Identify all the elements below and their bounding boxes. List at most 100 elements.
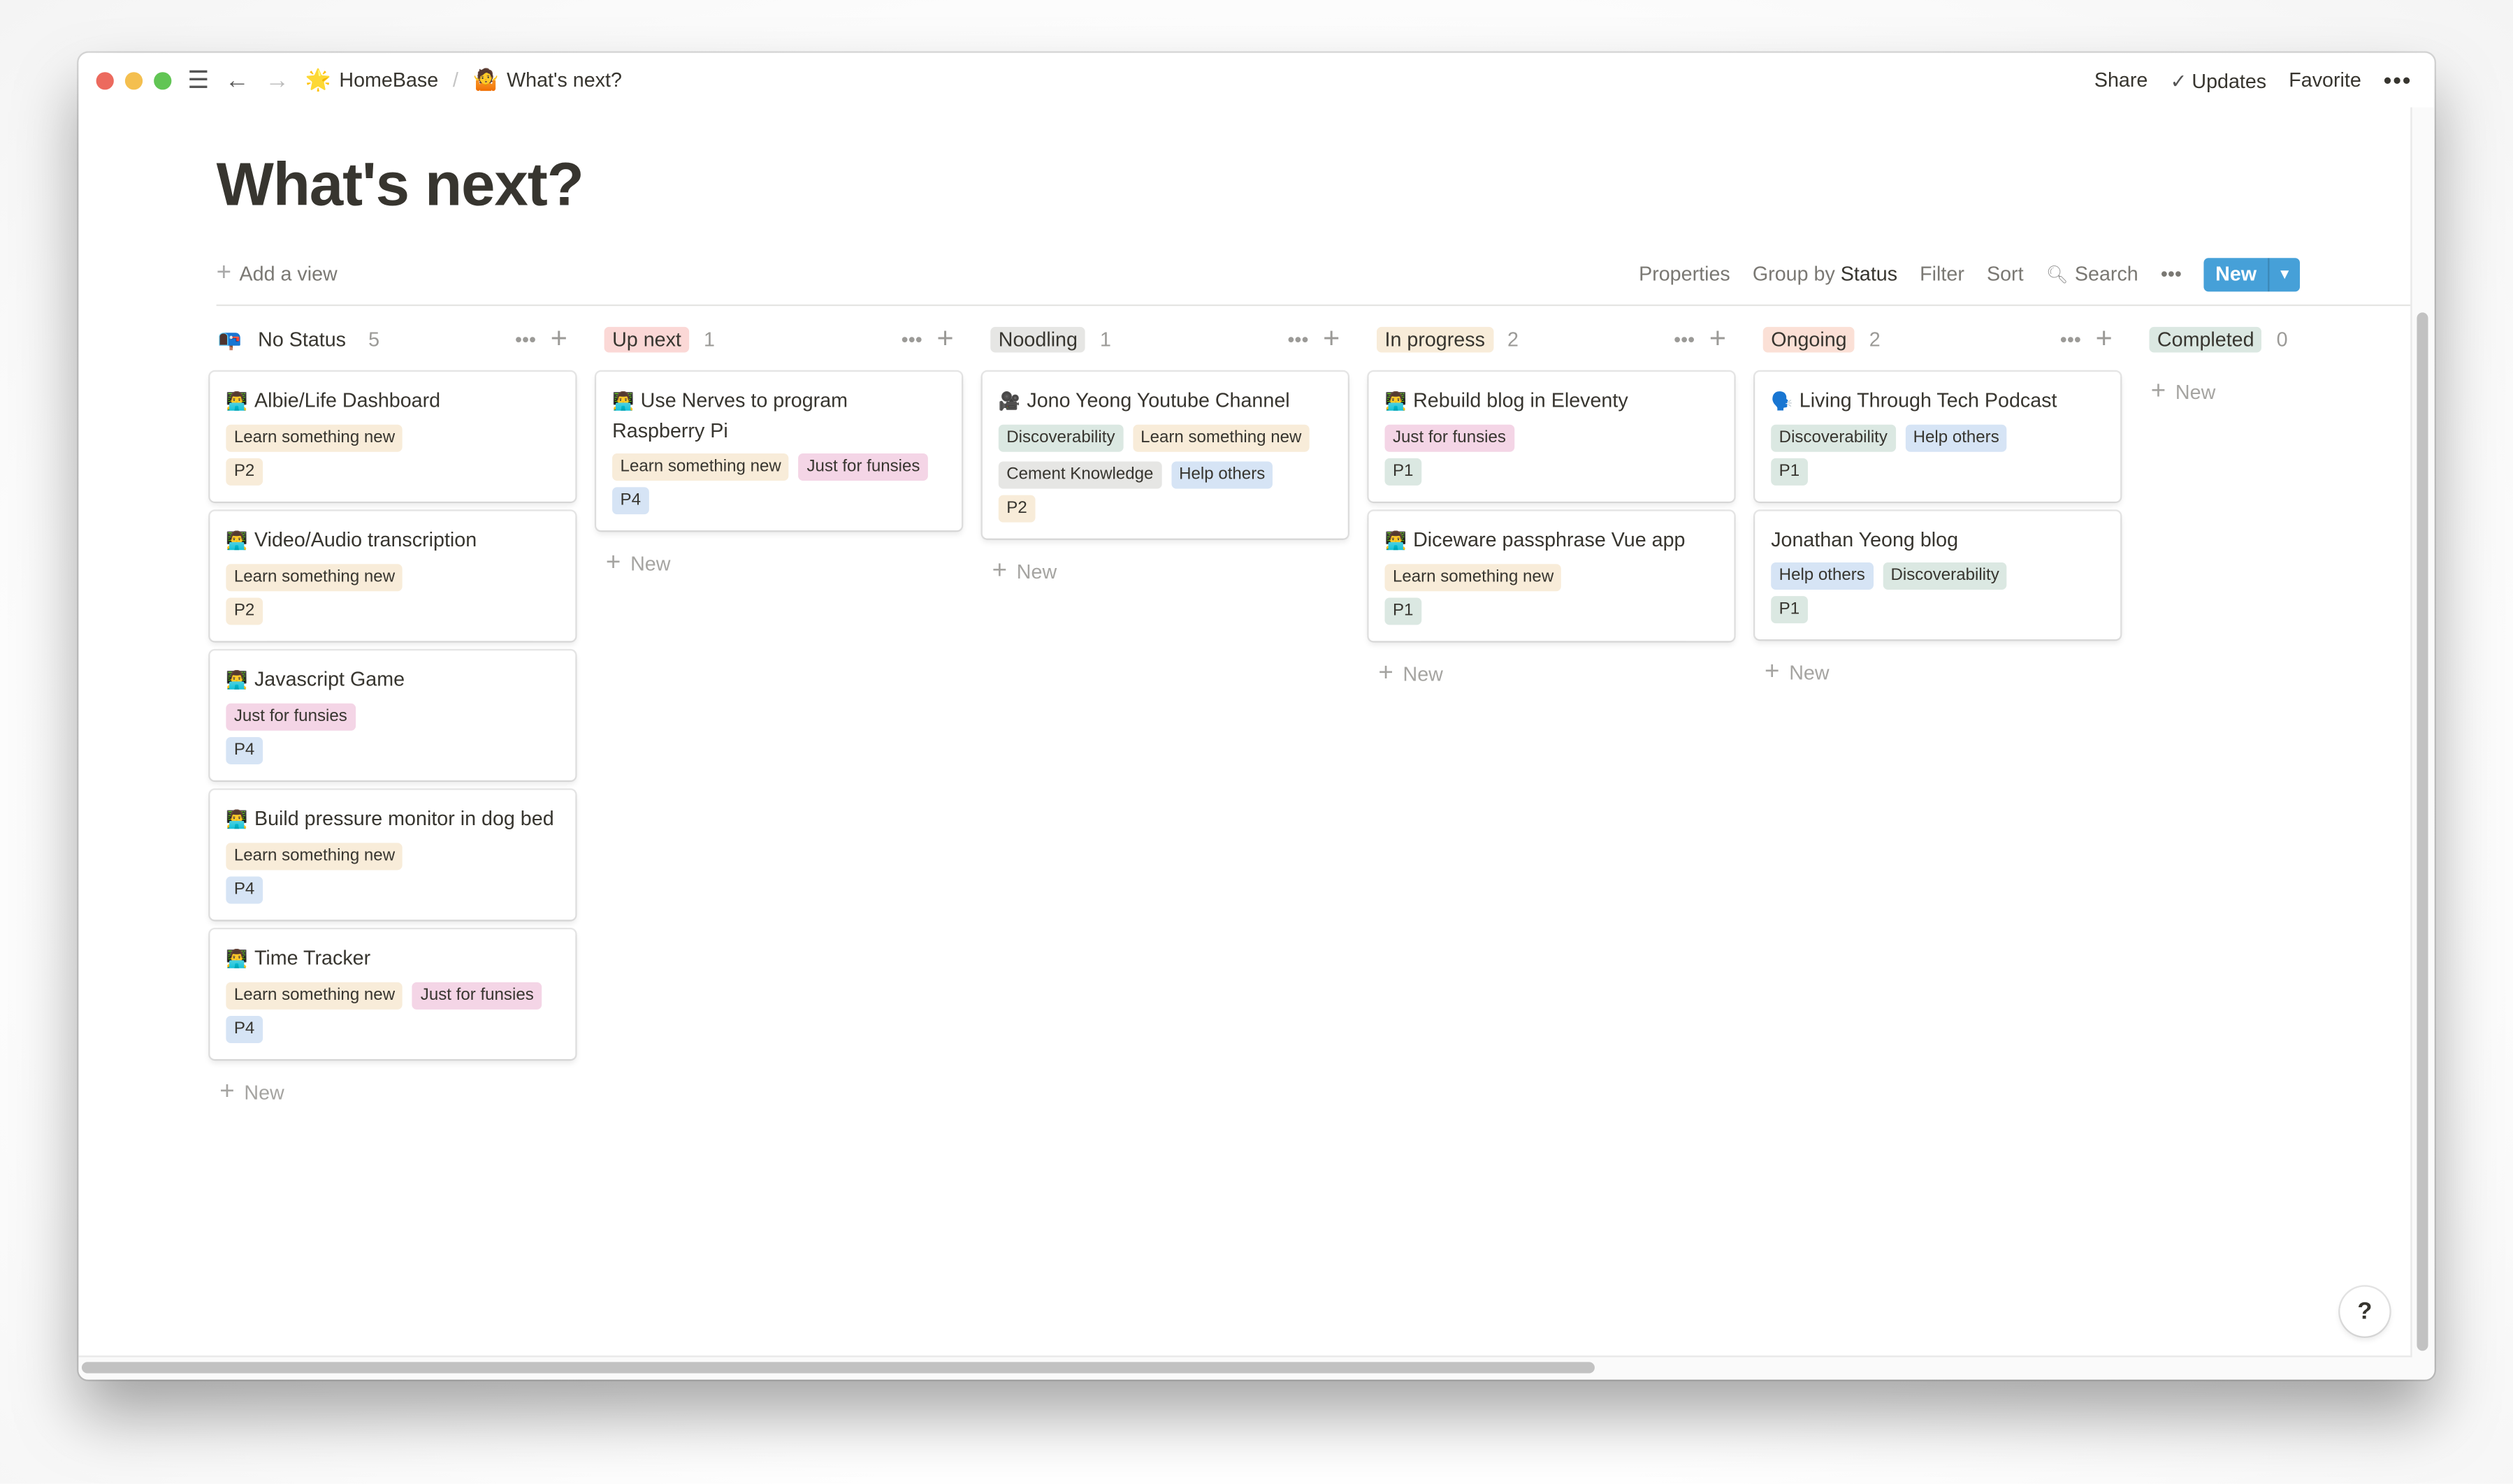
priority-badge: P2 — [226, 458, 263, 486]
minimize-window-button[interactable] — [124, 71, 143, 89]
search-button[interactable]: 🔍︎ Search — [2046, 263, 2138, 285]
plus-icon: + — [1378, 660, 1393, 688]
tag-badge: Learn something new — [226, 843, 403, 871]
card-priority-row: P2 — [226, 458, 559, 486]
column-status-label[interactable]: Noodling — [990, 326, 1086, 352]
tag-badge: Discoverability — [1771, 424, 1896, 452]
breadcrumb-current-page[interactable]: What's next? — [507, 69, 622, 92]
add-card-button[interactable]: + New — [1369, 650, 1735, 699]
arrow-right-icon[interactable]: → — [265, 68, 289, 92]
page-title[interactable]: What's next? — [217, 152, 584, 221]
add-card-label: New — [1016, 560, 1057, 583]
column-status-label[interactable]: In progress — [1377, 326, 1493, 352]
board-card[interactable]: 👨‍💻 Rebuild blog in Eleventy Just for funs… — [1368, 372, 1735, 502]
card-emoji-icon: 👨‍💻 — [1384, 532, 1407, 551]
board-card[interactable]: 👨‍💻 Use Nerves to program Raspberry Pi Lea… — [596, 372, 962, 531]
close-window-button[interactable] — [96, 71, 114, 89]
column-status-label[interactable]: Up next — [604, 326, 690, 352]
horizontal-scrollbar-thumb[interactable] — [81, 1362, 1595, 1374]
column-header: Ongoing 2 ••• + — [1755, 319, 2120, 358]
column-more-icon[interactable]: ••• — [1674, 328, 1695, 350]
card-title: 👨‍💻 Use Nerves to program Raspberry Pi — [612, 386, 946, 446]
help-button[interactable]: ? — [2340, 1286, 2390, 1337]
priority-badge: P1 — [1384, 597, 1421, 625]
board-card[interactable]: 👨‍💻 Albie/Life Dashboard Learn something n… — [210, 372, 576, 502]
filter-button[interactable]: Filter — [1920, 263, 1964, 285]
vertical-scrollbar-thumb[interactable] — [2417, 312, 2428, 1351]
card-emoji-icon: 👨‍💻 — [226, 532, 248, 551]
column-status-label[interactable]: Completed — [2149, 326, 2263, 352]
add-card-button[interactable]: + New — [210, 1069, 575, 1117]
card-priority-row: P1 — [1384, 597, 1718, 625]
column-add-icon[interactable]: + — [2096, 322, 2113, 356]
add-card-button[interactable]: + New — [2141, 368, 2435, 416]
title-bar-actions: Share ✓ Updates Favorite ••• — [2094, 67, 2412, 93]
add-card-button[interactable]: + New — [983, 548, 1348, 596]
sort-button[interactable]: Sort — [1987, 263, 2024, 285]
column-more-icon[interactable]: ••• — [2060, 328, 2081, 350]
column-more-icon[interactable]: ••• — [901, 328, 922, 350]
tag-badge: Just for funsies — [412, 982, 542, 1010]
more-options-icon[interactable]: ••• — [2384, 67, 2412, 93]
breadcrumb-separator: / — [452, 68, 458, 92]
inbox-icon: 📭 — [217, 328, 242, 351]
horizontal-scrollbar[interactable] — [78, 1355, 2412, 1380]
board-column: Up next 1 ••• + 👨‍💻 Use Nerves to program Ras… — [596, 319, 962, 1116]
column-add-icon[interactable]: + — [551, 322, 567, 356]
column-more-icon[interactable]: ••• — [1287, 328, 1308, 350]
plus-icon: + — [1765, 658, 1780, 686]
card-title-text: Albie/Life Dashboard — [254, 389, 441, 412]
title-bar: ☰ ← → 🌟 HomeBase / 🤷 What's next? Share … — [78, 53, 2434, 108]
board-column: Completed 0 + New — [2141, 319, 2435, 1116]
board-card[interactable]: 🎥 Jono Yeong Youtube Channel Discoverabili… — [982, 372, 1348, 539]
updates-label: Updates — [2192, 69, 2267, 92]
card-title-text: Jonathan Yeong blog — [1771, 528, 1959, 551]
vertical-scrollbar[interactable] — [2410, 107, 2435, 1380]
tag-badge: Help others — [1771, 562, 1874, 590]
card-tags: Just for funsies — [1384, 424, 1718, 452]
card-tags: Discoverability Help others — [1771, 424, 2104, 452]
maximize-window-button[interactable] — [154, 71, 172, 89]
column-actions: ••• + — [1674, 322, 1726, 356]
add-card-button[interactable]: + New — [596, 540, 962, 588]
arrow-left-icon[interactable]: ← — [225, 68, 249, 92]
card-tags: Learn something new Just for funsies — [226, 982, 559, 1010]
board-card[interactable]: 👨‍💻 Diceware passphrase Vue app Learn some… — [1368, 511, 1735, 641]
column-count: 5 — [368, 328, 380, 351]
column-status-label[interactable]: Ongoing — [1762, 326, 1855, 352]
card-title-text: Rebuild blog in Eleventy — [1413, 389, 1628, 412]
properties-button[interactable]: Properties — [1639, 263, 1730, 285]
updates-button[interactable]: ✓ Updates — [2170, 68, 2266, 92]
add-card-button[interactable]: + New — [1755, 649, 2120, 697]
window-controls — [96, 71, 172, 89]
group-by-button[interactable]: Group by Status — [1753, 263, 1897, 285]
board-column: Noodling 1 ••• + 🎥 Jono Yeong Youtube Channel… — [982, 319, 1348, 1116]
favorite-button[interactable]: Favorite — [2289, 69, 2361, 92]
chevron-down-icon[interactable]: ▼ — [2268, 257, 2300, 291]
board-card[interactable]: 👨‍💻 Javascript Game Just for funsies P4 — [210, 650, 576, 780]
breadcrumb-homebase[interactable]: HomeBase — [339, 69, 438, 92]
plus-icon: + — [605, 549, 621, 577]
hamburger-icon[interactable]: ☰ — [187, 68, 209, 92]
board-card[interactable]: 👨‍💻 Video/Audio transcription Learn someth… — [210, 511, 576, 641]
board-card[interactable]: 👨‍💻 Build pressure monitor in dog bed Lear… — [210, 790, 576, 920]
add-view-button[interactable]: Add a view — [240, 263, 338, 285]
new-button[interactable]: New — [2204, 257, 2268, 291]
card-tags: Learn something new — [226, 843, 559, 871]
board-column: In progress 2 ••• + 👨‍💻 Rebuild blog in Eleve… — [1368, 319, 1735, 1116]
view-more-icon[interactable]: ••• — [2161, 263, 2182, 285]
board-card[interactable]: 👨‍💻 Time Tracker Learn something new Just f… — [210, 929, 576, 1059]
column-status-label[interactable]: No Status — [250, 326, 354, 352]
toolbar-divider — [216, 304, 2412, 307]
card-tags: Learn something new — [226, 424, 559, 452]
card-tags: Learn something new — [1384, 564, 1718, 592]
board-card[interactable]: Jonathan Yeong blog Help others Discoverab… — [1755, 511, 2121, 640]
column-add-icon[interactable]: + — [936, 322, 953, 356]
share-button[interactable]: Share — [2094, 69, 2148, 92]
board-card[interactable]: 🗣️ Living Through Tech Podcast Discoverabi… — [1755, 372, 2121, 502]
column-add-icon[interactable]: + — [1323, 322, 1340, 356]
column-more-icon[interactable]: ••• — [515, 328, 536, 350]
add-card-label: New — [2175, 381, 2216, 404]
column-count: 1 — [704, 328, 715, 351]
column-add-icon[interactable]: + — [1709, 322, 1726, 356]
